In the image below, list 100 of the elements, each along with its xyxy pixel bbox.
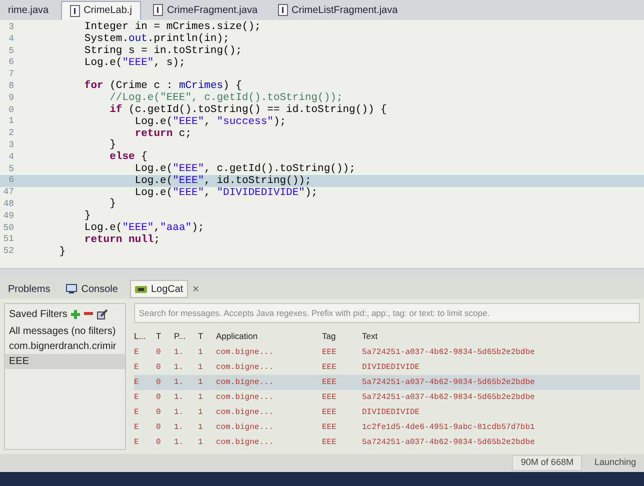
line-number: 3 (8, 138, 14, 152)
table-cell-text: 1 (198, 362, 204, 374)
line-number: 52 (2, 245, 14, 258)
column-header[interactable]: T (156, 330, 174, 343)
code-line: String s = in.toString(); (83, 46, 242, 57)
code-line: Log.e("EEE", id.toString()); (134, 176, 312, 186)
filter-item[interactable]: com.bignerdranch.crimir (5, 339, 125, 354)
filter-item[interactable]: EEE (5, 354, 125, 370)
code-line: } (58, 246, 66, 258)
table-cell-text: com.bigne... (216, 376, 275, 389)
table-cell-text: com.bigne... (216, 362, 275, 374)
line-number: 8 (8, 80, 14, 93)
table-cell-text: DIVIDEDIVIDE (362, 362, 421, 374)
table-cell-text: 0 (156, 436, 162, 449)
editor-tab[interactable]: CrimeFragment.java (144, 0, 266, 20)
horizontal-scrollbar[interactable] (0, 268, 644, 280)
table-cell-text: 1 (198, 392, 204, 404)
table-cell-text: EEE (322, 406, 338, 419)
line-number: 6 (8, 56, 14, 70)
table-cell-text: 1. (174, 406, 185, 419)
filter-item[interactable]: All messages (no filters) (5, 324, 125, 340)
column-header[interactable]: Tag (322, 330, 362, 343)
code-line: Log.e("EEE","aaa"); (83, 223, 204, 234)
code-line: Integer in = mCrimes.size(); (83, 22, 261, 33)
line-number: 1 (8, 115, 14, 128)
table-cell-text: E (134, 436, 140, 449)
line-number: 5 (8, 44, 14, 58)
memory-indicator[interactable]: 90M of 668M (512, 455, 582, 471)
table-cell-text: E (134, 422, 140, 434)
line-number: 0 (8, 104, 14, 117)
log-row[interactable]: E 0 1. 1 com.bigne... EEE 5a724251-a037-4b62-9834-5d65b2e2bdbe (134, 435, 640, 450)
edit-icon[interactable] (97, 308, 108, 320)
table-cell-text: 0 (156, 346, 162, 359)
table-cell-text: 1. (174, 436, 185, 449)
java-file-icon (278, 4, 288, 16)
close-button[interactable]: ✕ (192, 282, 200, 296)
column-header[interactable]: Text (362, 330, 640, 343)
code-line: return c; (134, 128, 192, 140)
log-row[interactable]: E 0 1. 1 com.bigne... EEE DIVIDEDIVIDE (134, 360, 640, 376)
line-number: 6 (8, 174, 14, 188)
table-cell-text: 0 (156, 376, 162, 389)
line-number: 7 (8, 68, 14, 82)
editor-tab[interactable]: CrimeListFragment.java (270, 0, 406, 20)
table-cell-text: EEE (322, 346, 338, 359)
log-row[interactable]: E 0 1. 1 com.bigne... EEE 5a724251-a037-4b62-9834-5d65b2e2bdbe (134, 390, 640, 406)
code-line: return null; (83, 234, 160, 246)
log-row[interactable]: E 0 1. 1 com.bigne... EEE 1c2fe1d5-4de6-4951-9abc-81cdb57d7bb1 (134, 420, 640, 436)
line-number: 9 (8, 92, 14, 105)
table-cell-text: 1 (198, 422, 204, 434)
table-cell-text: com.bigne... (216, 422, 275, 434)
log-row[interactable]: E 0 1. 1 com.bigne... EEE 5a724251-a037-4b62-9834-5d65b2e2bdbe (134, 375, 640, 390)
code-line: } (108, 140, 116, 151)
panel-tab[interactable]: Problems (4, 280, 54, 298)
column-header[interactable]: P... (174, 330, 198, 343)
table-cell-text: E (134, 392, 140, 404)
code-line: Log.e("EEE", s); (83, 58, 186, 68)
java-file-icon (152, 4, 163, 16)
line-number: 50 (2, 222, 14, 235)
table-cell-text: 5a724251-a037-4b62-9834-5d65b2e2bdbe (362, 392, 536, 404)
table-cell-text: 1 (198, 376, 204, 389)
search-field[interactable]: Search for messages. Accepts Java regexes. Prefix with pid:, app:, tag: or text: to limit scope. (134, 303, 640, 324)
line-number: 4 (8, 150, 14, 164)
table-cell-text: 1 (198, 436, 204, 449)
table-cell-text: EEE (322, 422, 338, 434)
log-row[interactable]: E 0 1. 1 com.bigne... EEE DIVIDEDIVIDE (134, 405, 640, 420)
code-line: else { (108, 152, 148, 163)
table-cell-text: 1 (198, 406, 204, 419)
table-cell-text: 1. (174, 376, 185, 389)
table-cell-text: 5a724251-a037-4b62-9834-5d65b2e2bdbe (362, 436, 536, 449)
table-cell-text: 0 (156, 422, 162, 434)
table-cell-text: 5a724251-a037-4b62-9834-5d65b2e2bdbe (362, 346, 536, 359)
column-header[interactable]: L... (134, 330, 156, 343)
table-cell-text: com.bigne... (216, 406, 275, 419)
editor-tab[interactable]: rime.java (0, 0, 57, 20)
column-header[interactable]: T (198, 330, 216, 343)
add-icon[interactable] (71, 310, 80, 319)
table-cell-text: 1. (174, 392, 185, 404)
table-cell-text: 0 (156, 406, 162, 419)
table-cell-text: EEE (322, 392, 338, 404)
code-line: if (c.getId().toString() == id.toString()) { (108, 105, 387, 116)
line-number: 47 (2, 186, 14, 200)
code-line: Log.e("EEE", "success"); (134, 116, 286, 128)
line-number: 49 (2, 210, 14, 223)
table-cell-text: 0 (156, 362, 162, 374)
table-cell-text: com.bigne... (216, 436, 275, 449)
table-cell-text: E (134, 362, 140, 374)
column-header[interactable]: Application (216, 330, 322, 343)
code-line: Log.e("EEE", "DIVIDEDIVIDE"); (134, 188, 318, 198)
panel-tab[interactable]: Console (62, 280, 122, 298)
remove-icon[interactable] (84, 312, 94, 316)
table-cell-text: 1. (174, 422, 185, 434)
log-row[interactable]: E 0 1. 1 com.bigne... EEE 5a724251-a037-4b62-9834-5d65b2e2bdbe (134, 345, 640, 360)
table-cell-text: DIVIDEDIVIDE (362, 406, 421, 419)
table-cell-text: 1c2fe1d5-4de6-4951-9abc-81cdb57d7bb1 (362, 422, 536, 434)
editor-tab[interactable]: CrimeLab.j (60, 0, 141, 20)
panel-tab[interactable]: LogCat (130, 280, 188, 298)
line-number: 4 (8, 32, 14, 46)
table-cell-text: EEE (322, 376, 338, 389)
code-line: } (83, 211, 91, 222)
table-cell-text: 1 (198, 346, 204, 359)
